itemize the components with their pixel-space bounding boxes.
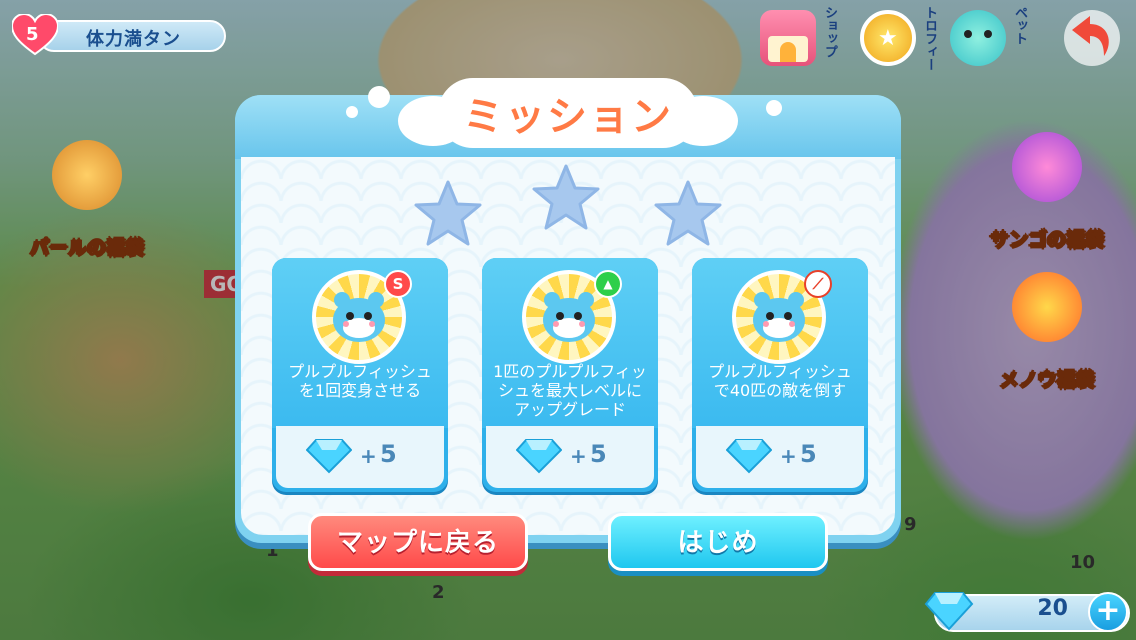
trophy-button[interactable]: ★ トロフィー: [856, 4, 937, 76]
shop-label: ショップ: [822, 6, 837, 58]
stamina-label: 体力満タン: [86, 29, 181, 50]
pearl-bag-button[interactable]: パールの福袋: [12, 140, 162, 260]
coral-bag-button[interactable]: サンゴの福袋: [972, 132, 1122, 252]
diamond-icon: [306, 439, 352, 474]
fish-icon: [333, 292, 385, 342]
gem-counter: 20 +: [908, 584, 1136, 640]
fish-icon: [543, 292, 595, 342]
cloud-puff: [346, 106, 358, 118]
coral-bag-label: サンゴの福袋: [989, 229, 1104, 252]
cloud-puff: [766, 100, 782, 116]
dialog-title: ミッション: [463, 94, 673, 140]
star-icon: [652, 178, 724, 250]
reward-plus: +: [780, 444, 797, 468]
diamond-icon: [516, 439, 562, 474]
fish-icon: [753, 292, 805, 342]
reward-amount: 5: [800, 440, 817, 468]
mission-description: プルプルフィッシュで40匹の敵を倒す: [708, 362, 852, 400]
reward-amount: 5: [380, 440, 397, 468]
pet-label: ペット: [1012, 6, 1027, 45]
cloud-puff: [368, 86, 390, 108]
start-button[interactable]: はじめ: [608, 513, 828, 571]
upgrade-arrow-badge: ▲: [594, 270, 622, 298]
gem-total: 20: [1037, 596, 1068, 621]
slash-badge: ⟋: [804, 270, 832, 298]
reward-amount: 5: [590, 440, 607, 468]
stamina-count: 5: [26, 24, 39, 45]
star-icon: [412, 178, 484, 250]
add-gems-button[interactable]: +: [1088, 592, 1128, 632]
trophy-label: トロフィー: [922, 6, 937, 71]
agate-bag-label: メノウ福袋: [999, 369, 1095, 392]
diamond-icon: [726, 439, 772, 474]
mission-description: 1匹のプルプルフィッシュを最大レベルにアップグレード: [493, 362, 647, 419]
coral-bag-icon: [1012, 132, 1082, 202]
mission-card: ▲ 1匹のプルプルフィッシュを最大レベルにアップグレード + 5: [482, 258, 658, 492]
transform-badge: S: [384, 270, 412, 298]
mission-description: プルプルフィッシュを1回変身させる: [288, 362, 432, 400]
trophy-icon: ★: [860, 10, 916, 66]
mission-card: ⟋ プルプルフィッシュで40匹の敵を倒す + 5: [692, 258, 868, 492]
agate-bag-button[interactable]: メノウ福袋: [972, 272, 1122, 392]
title-cloud: ミッション: [398, 78, 738, 148]
shop-button[interactable]: ショップ: [756, 4, 837, 76]
back-to-map-button[interactable]: マップに戻る: [308, 513, 528, 571]
mission-card: S プルプルフィッシュを1回変身させる + 5: [272, 258, 448, 492]
stamina-indicator[interactable]: 5 体力満タン: [12, 14, 226, 56]
agate-bag-icon: [1012, 272, 1082, 342]
shop-icon: [760, 10, 816, 66]
reward-plus: +: [360, 444, 377, 468]
gift-bag-icon: [52, 140, 122, 210]
pet-icon: [950, 10, 1006, 66]
diamond-icon: [924, 592, 974, 631]
reward-plus: +: [570, 444, 587, 468]
pet-button[interactable]: ペット: [946, 4, 1027, 76]
back-arrow-icon[interactable]: [1060, 8, 1124, 68]
star-icon: [530, 162, 602, 234]
pearl-bag-label: パールの福袋: [29, 237, 144, 260]
